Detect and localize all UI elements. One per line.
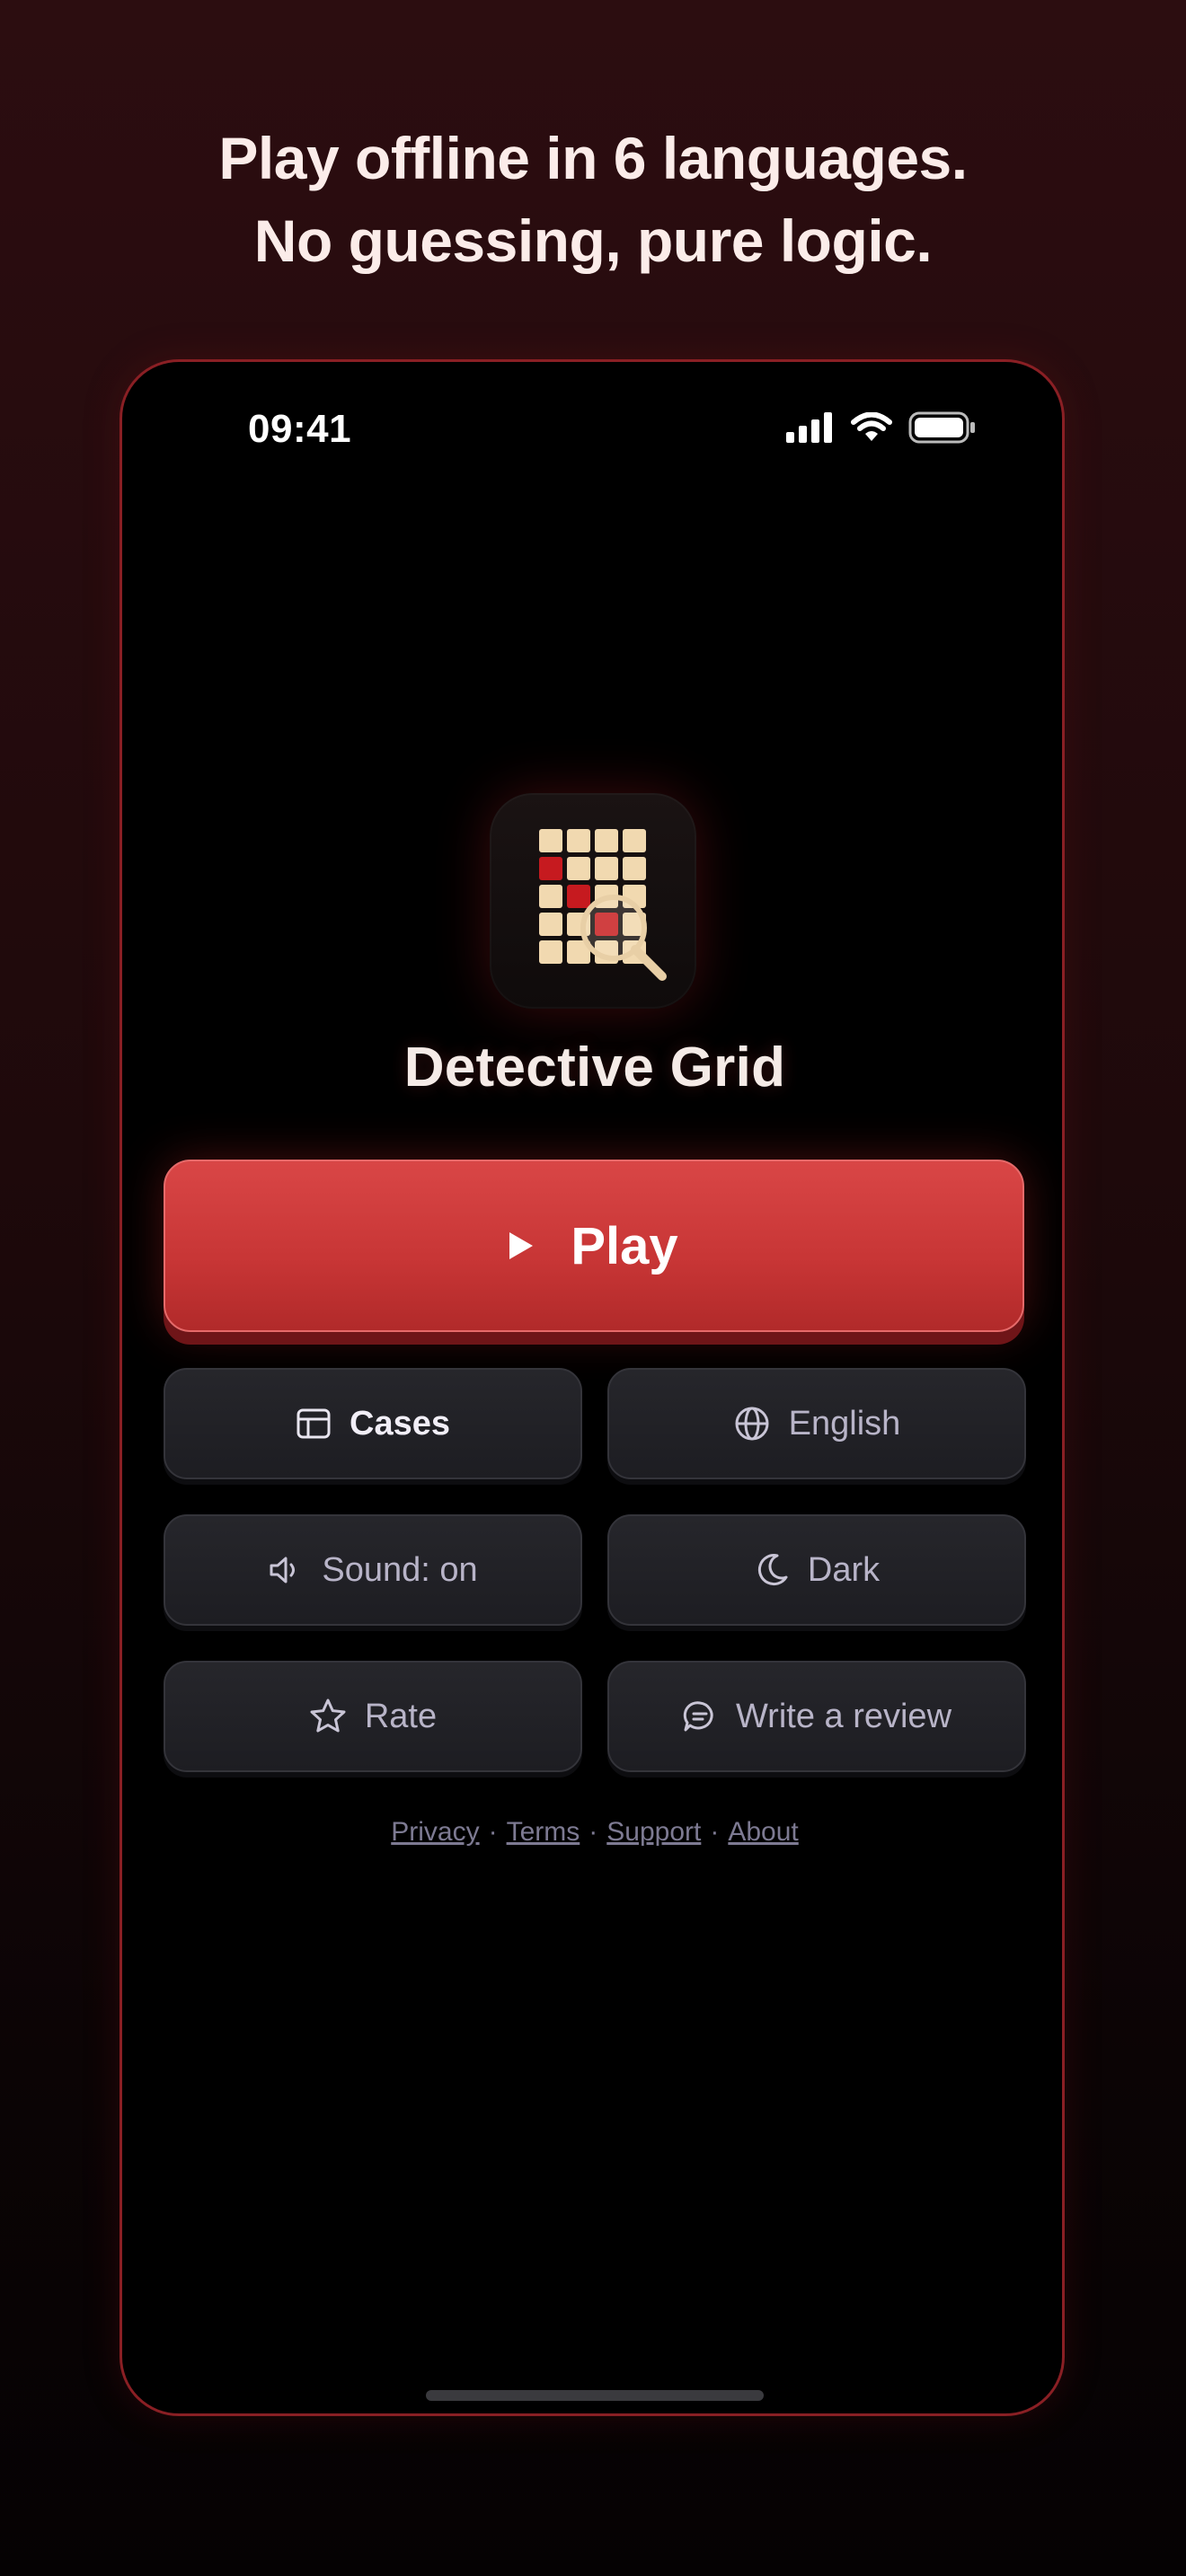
moon-icon	[757, 1554, 788, 1586]
play-icon	[509, 1232, 534, 1259]
theme-button[interactable]: Dark	[607, 1514, 1026, 1626]
grid-magnifier-icon	[539, 829, 667, 981]
play-label: Play	[571, 1216, 678, 1275]
cellular-signal-icon	[786, 412, 835, 447]
privacy-link[interactable]: Privacy	[391, 1817, 479, 1847]
cases-label: Cases	[350, 1404, 450, 1442]
globe-icon	[735, 1407, 769, 1441]
about-link[interactable]: About	[728, 1817, 798, 1847]
sound-label: Sound: on	[322, 1550, 478, 1589]
status-time: 09:41	[248, 407, 352, 451]
rate-label: Rate	[364, 1697, 438, 1735]
app-title: Detective Grid	[403, 1037, 786, 1098]
footer-separator: ·	[710, 1817, 720, 1847]
support-link[interactable]: Support	[606, 1817, 701, 1847]
footer-separator: ·	[589, 1817, 598, 1847]
write-review-label: Write a review	[735, 1697, 952, 1735]
sound-button[interactable]: Sound: on	[164, 1514, 582, 1626]
cases-button[interactable]: Cases	[164, 1368, 582, 1479]
language-button[interactable]: English	[607, 1368, 1026, 1479]
write-review-button[interactable]: Write a review	[607, 1661, 1026, 1772]
status-icons	[786, 411, 977, 448]
phone-frame: 09:41 Detective Grid Play Cases English …	[119, 359, 1065, 2416]
home-indicator[interactable]	[426, 2390, 764, 2401]
speaker-icon	[270, 1557, 296, 1584]
marketing-headline: Play offline in 6 languages. No guessing…	[0, 117, 1186, 282]
theme-label: Dark	[807, 1550, 881, 1589]
app-icon	[490, 793, 696, 1009]
rate-button[interactable]: Rate	[164, 1661, 582, 1772]
footer-links: Privacy · Terms · Support · About	[122, 1817, 1062, 1848]
chat-bubble-icon	[683, 1701, 713, 1732]
wifi-icon	[851, 411, 892, 447]
terms-link[interactable]: Terms	[507, 1817, 580, 1847]
headline-line-2: No guessing, pure logic.	[253, 207, 933, 274]
headline-line-1: Play offline in 6 languages.	[218, 125, 968, 191]
cases-icon	[296, 1408, 331, 1439]
battery-icon	[908, 411, 977, 448]
footer-separator: ·	[488, 1817, 498, 1847]
language-label: English	[788, 1404, 901, 1442]
star-icon	[310, 1698, 346, 1733]
play-button[interactable]: Play	[164, 1160, 1024, 1332]
